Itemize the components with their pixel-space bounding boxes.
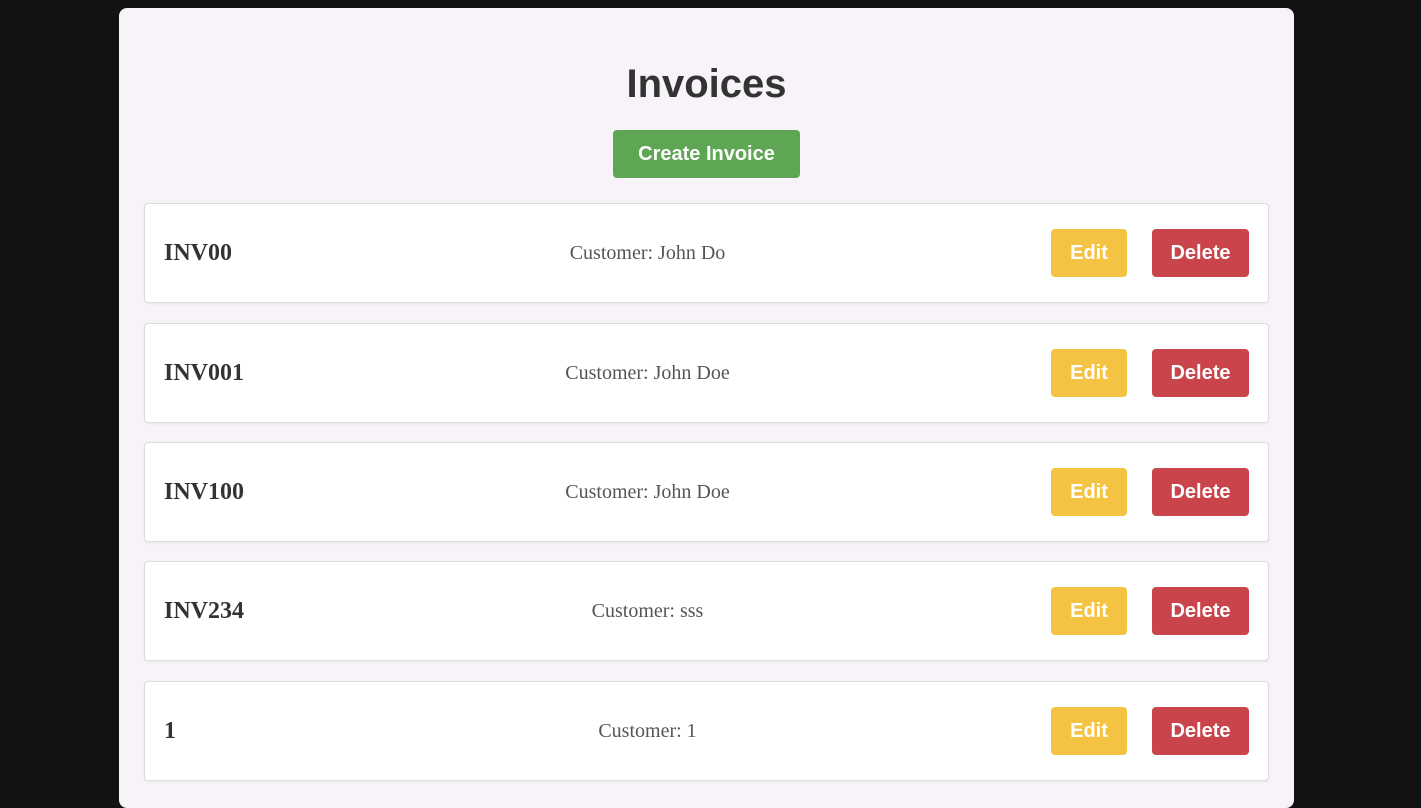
invoice-list: INV00 Customer: John Do Edit Delete INV0…: [144, 203, 1269, 801]
invoice-row: INV00 Customer: John Do Edit Delete: [144, 203, 1269, 303]
invoice-id: INV234: [164, 598, 245, 624]
create-invoice-button[interactable]: Create Invoice: [613, 130, 800, 178]
delete-button[interactable]: Delete: [1152, 468, 1249, 516]
invoice-customer: Customer: John Do: [569, 242, 726, 264]
invoice-customer: Customer: John Doe: [565, 481, 730, 503]
invoice-row: INV001 Customer: John Doe Edit Delete: [144, 323, 1269, 423]
page-title: Invoices: [626, 62, 787, 106]
invoice-id: INV100: [164, 479, 245, 505]
invoice-row: INV100 Customer: John Doe Edit Delete: [144, 442, 1269, 542]
invoice-row: 1 Customer: 1 Edit Delete: [144, 681, 1269, 781]
delete-button[interactable]: Delete: [1152, 229, 1249, 277]
edit-button[interactable]: Edit: [1051, 349, 1127, 397]
invoice-customer: Customer: 1: [598, 720, 697, 742]
edit-button[interactable]: Edit: [1051, 468, 1127, 516]
invoice-row: INV234 Customer: sss Edit Delete: [144, 561, 1269, 661]
delete-button[interactable]: Delete: [1152, 349, 1249, 397]
delete-button[interactable]: Delete: [1152, 707, 1249, 755]
invoice-customer: Customer: John Doe: [565, 362, 730, 384]
edit-button[interactable]: Edit: [1051, 587, 1127, 635]
invoice-id: INV001: [164, 360, 245, 386]
edit-button[interactable]: Edit: [1051, 229, 1127, 277]
invoice-id: 1: [164, 718, 176, 744]
invoice-customer: Customer: sss: [591, 600, 704, 622]
delete-button[interactable]: Delete: [1152, 587, 1249, 635]
invoice-id: INV00: [164, 240, 233, 266]
invoices-panel: Invoices Create Invoice INV00 Customer: …: [119, 8, 1294, 808]
edit-button[interactable]: Edit: [1051, 707, 1127, 755]
